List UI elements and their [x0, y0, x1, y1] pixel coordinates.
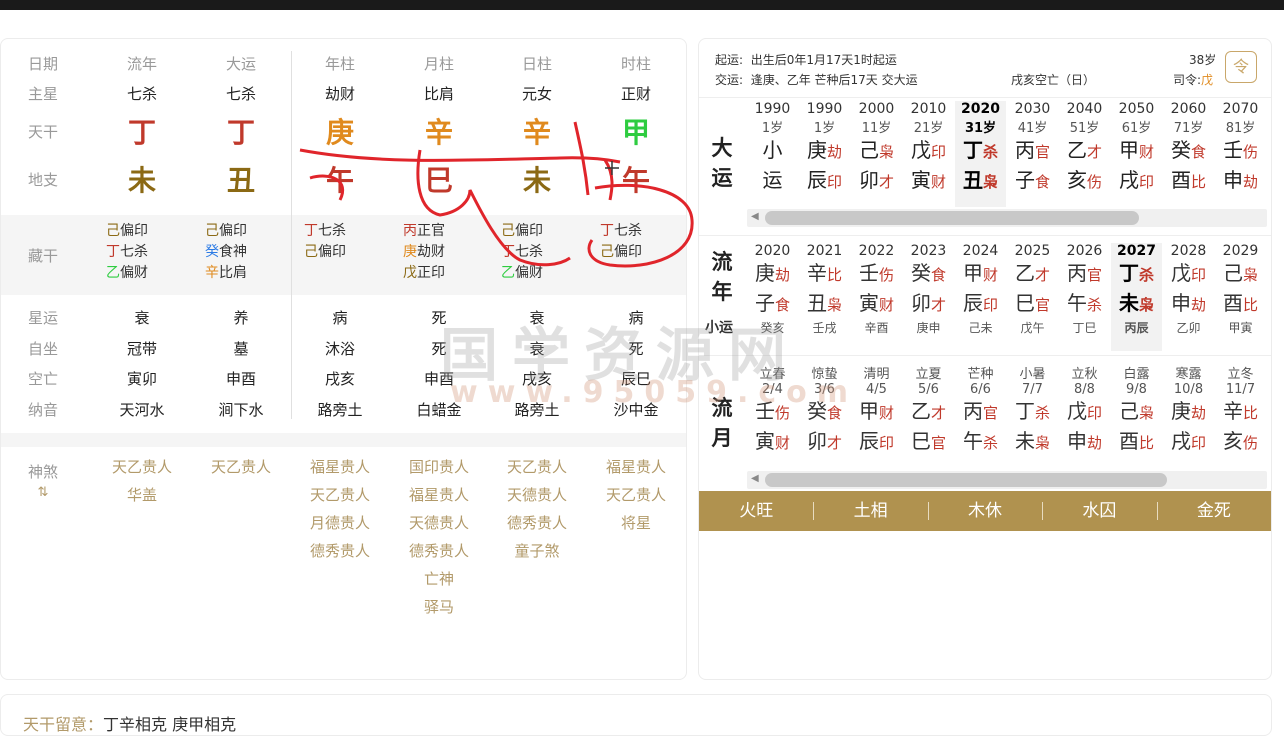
- link-stroke: [416, 149, 571, 267]
- circle-stroke: [587, 159, 694, 268]
- handwritten-annotation: [299, 121, 694, 268]
- stroke: [309, 174, 345, 201]
- underline-stroke: [299, 148, 621, 164]
